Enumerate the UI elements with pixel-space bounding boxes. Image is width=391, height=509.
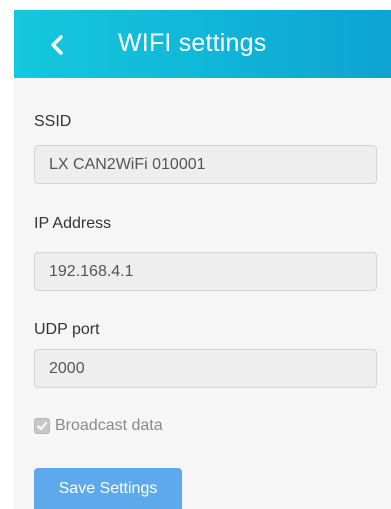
- app-header: WIFI settings: [14, 10, 391, 78]
- ssid-label: SSID: [34, 113, 72, 130]
- screen: WIFI settings SSID LX CAN2WiFi 010001 IP…: [0, 0, 391, 509]
- page-title: WIFI settings: [118, 29, 267, 57]
- settings-form: SSID LX CAN2WiFi 010001 IP Address 192.1…: [14, 78, 391, 509]
- save-settings-button[interactable]: Save Settings: [34, 468, 182, 509]
- chevron-left-icon: [42, 30, 72, 60]
- udp-port-field[interactable]: 2000: [34, 349, 377, 388]
- udp-port-label: UDP port: [34, 321, 100, 338]
- back-button[interactable]: [42, 30, 72, 60]
- broadcast-data-label: Broadcast data: [55, 417, 163, 434]
- ip-address-field[interactable]: 192.168.4.1: [34, 252, 377, 291]
- ssid-field[interactable]: LX CAN2WiFi 010001: [34, 145, 377, 184]
- broadcast-data-checkbox[interactable]: Broadcast data: [34, 414, 163, 438]
- ip-address-label: IP Address: [34, 215, 112, 232]
- checkbox-checked-icon: [34, 418, 50, 434]
